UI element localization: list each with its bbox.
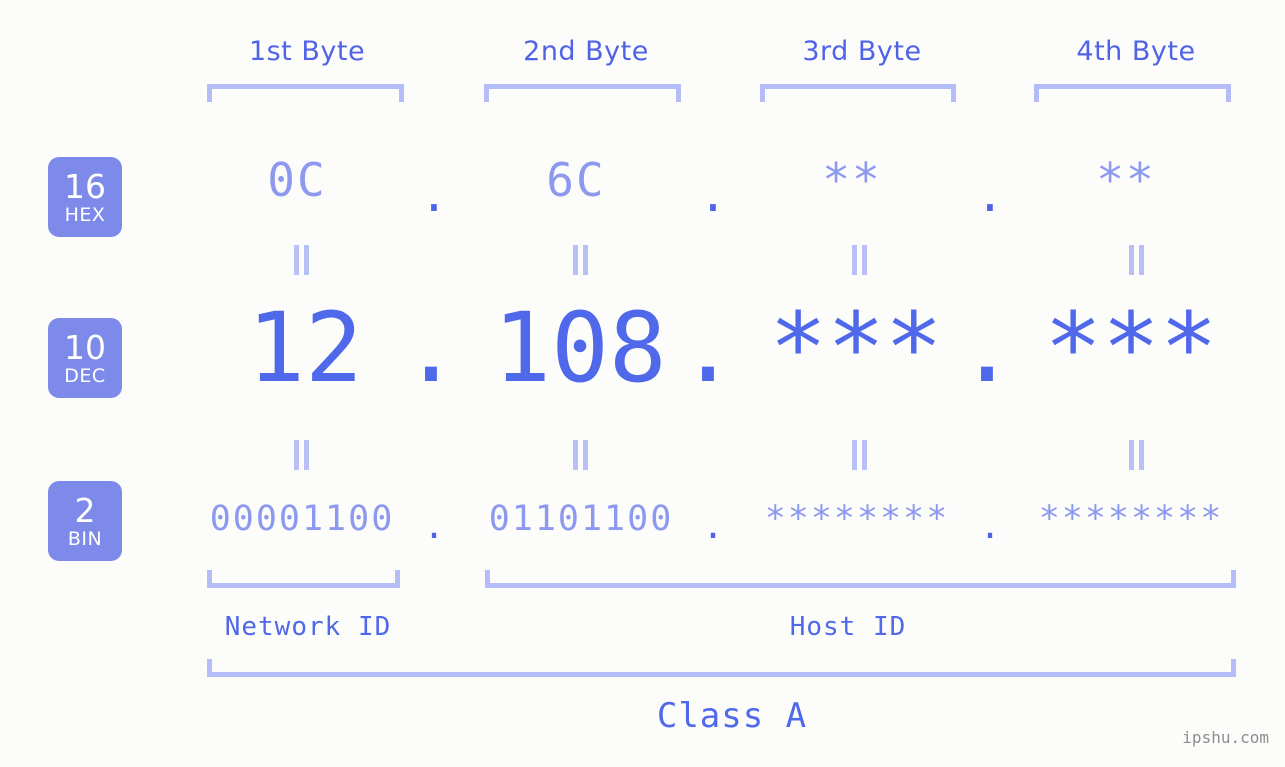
ip-byte-breakdown-diagram: 1st Byte 2nd Byte 3rd Byte 4th Byte 16 H… xyxy=(0,0,1285,767)
byte-label-1: 1st Byte xyxy=(248,36,366,67)
dec-byte-2: 108 xyxy=(493,292,667,404)
hex-separator-1: . xyxy=(420,168,450,222)
hex-byte-1: 0C xyxy=(267,153,327,207)
byte-label-2: 2nd Byte xyxy=(523,36,649,67)
equals-mark-hex-dec-2 xyxy=(570,245,590,275)
base-badge-hex: 16 HEX xyxy=(48,157,122,237)
bin-byte-4: ******** xyxy=(1038,499,1224,539)
bin-byte-1: 00001100 xyxy=(209,499,395,539)
byte-bracket-2 xyxy=(484,84,681,102)
byte-bracket-3 xyxy=(760,84,956,102)
byte-label-4: 4th Byte xyxy=(1076,36,1196,67)
base-badge-dec: 10 DEC xyxy=(48,318,122,398)
dec-byte-1: 12 xyxy=(247,292,363,404)
network-id-label: Network ID xyxy=(224,612,392,642)
base-badge-bin-abbr: BIN xyxy=(67,527,103,550)
host-id-label: Host ID xyxy=(789,612,907,642)
hex-byte-2: 6C xyxy=(546,153,606,207)
dec-byte-3: *** xyxy=(769,292,943,404)
base-badge-dec-abbr: DEC xyxy=(64,364,106,387)
equals-mark-dec-bin-3 xyxy=(849,440,869,470)
byte-bracket-1 xyxy=(207,84,404,102)
base-badge-hex-number: 16 xyxy=(64,166,106,206)
equals-mark-dec-bin-4 xyxy=(1126,440,1146,470)
class-bracket xyxy=(207,659,1236,677)
bin-byte-2: 01101100 xyxy=(488,499,674,539)
byte-bracket-4 xyxy=(1034,84,1231,102)
byte-label-3: 3rd Byte xyxy=(802,36,922,67)
base-badge-bin-number: 2 xyxy=(74,490,96,530)
equals-mark-dec-bin-1 xyxy=(291,440,311,470)
host-id-bracket xyxy=(485,570,1236,588)
equals-mark-hex-dec-4 xyxy=(1126,245,1146,275)
bin-byte-3: ******** xyxy=(764,499,950,539)
bin-separator-1: . xyxy=(423,507,447,547)
dec-separator-1: . xyxy=(402,292,460,404)
hex-byte-3: ** xyxy=(822,153,882,207)
site-watermark: ipshu.com xyxy=(1182,728,1269,747)
equals-mark-hex-dec-3 xyxy=(849,245,869,275)
equals-mark-hex-dec-1 xyxy=(291,245,311,275)
hex-byte-4: ** xyxy=(1096,153,1156,207)
network-id-bracket xyxy=(207,570,400,588)
class-label: Class A xyxy=(656,696,808,736)
dec-byte-4: *** xyxy=(1044,292,1218,404)
base-badge-bin: 2 BIN xyxy=(48,481,122,561)
base-badge-hex-abbr: HEX xyxy=(64,203,106,226)
base-badge-dec-number: 10 xyxy=(64,327,106,367)
equals-mark-dec-bin-2 xyxy=(570,440,590,470)
